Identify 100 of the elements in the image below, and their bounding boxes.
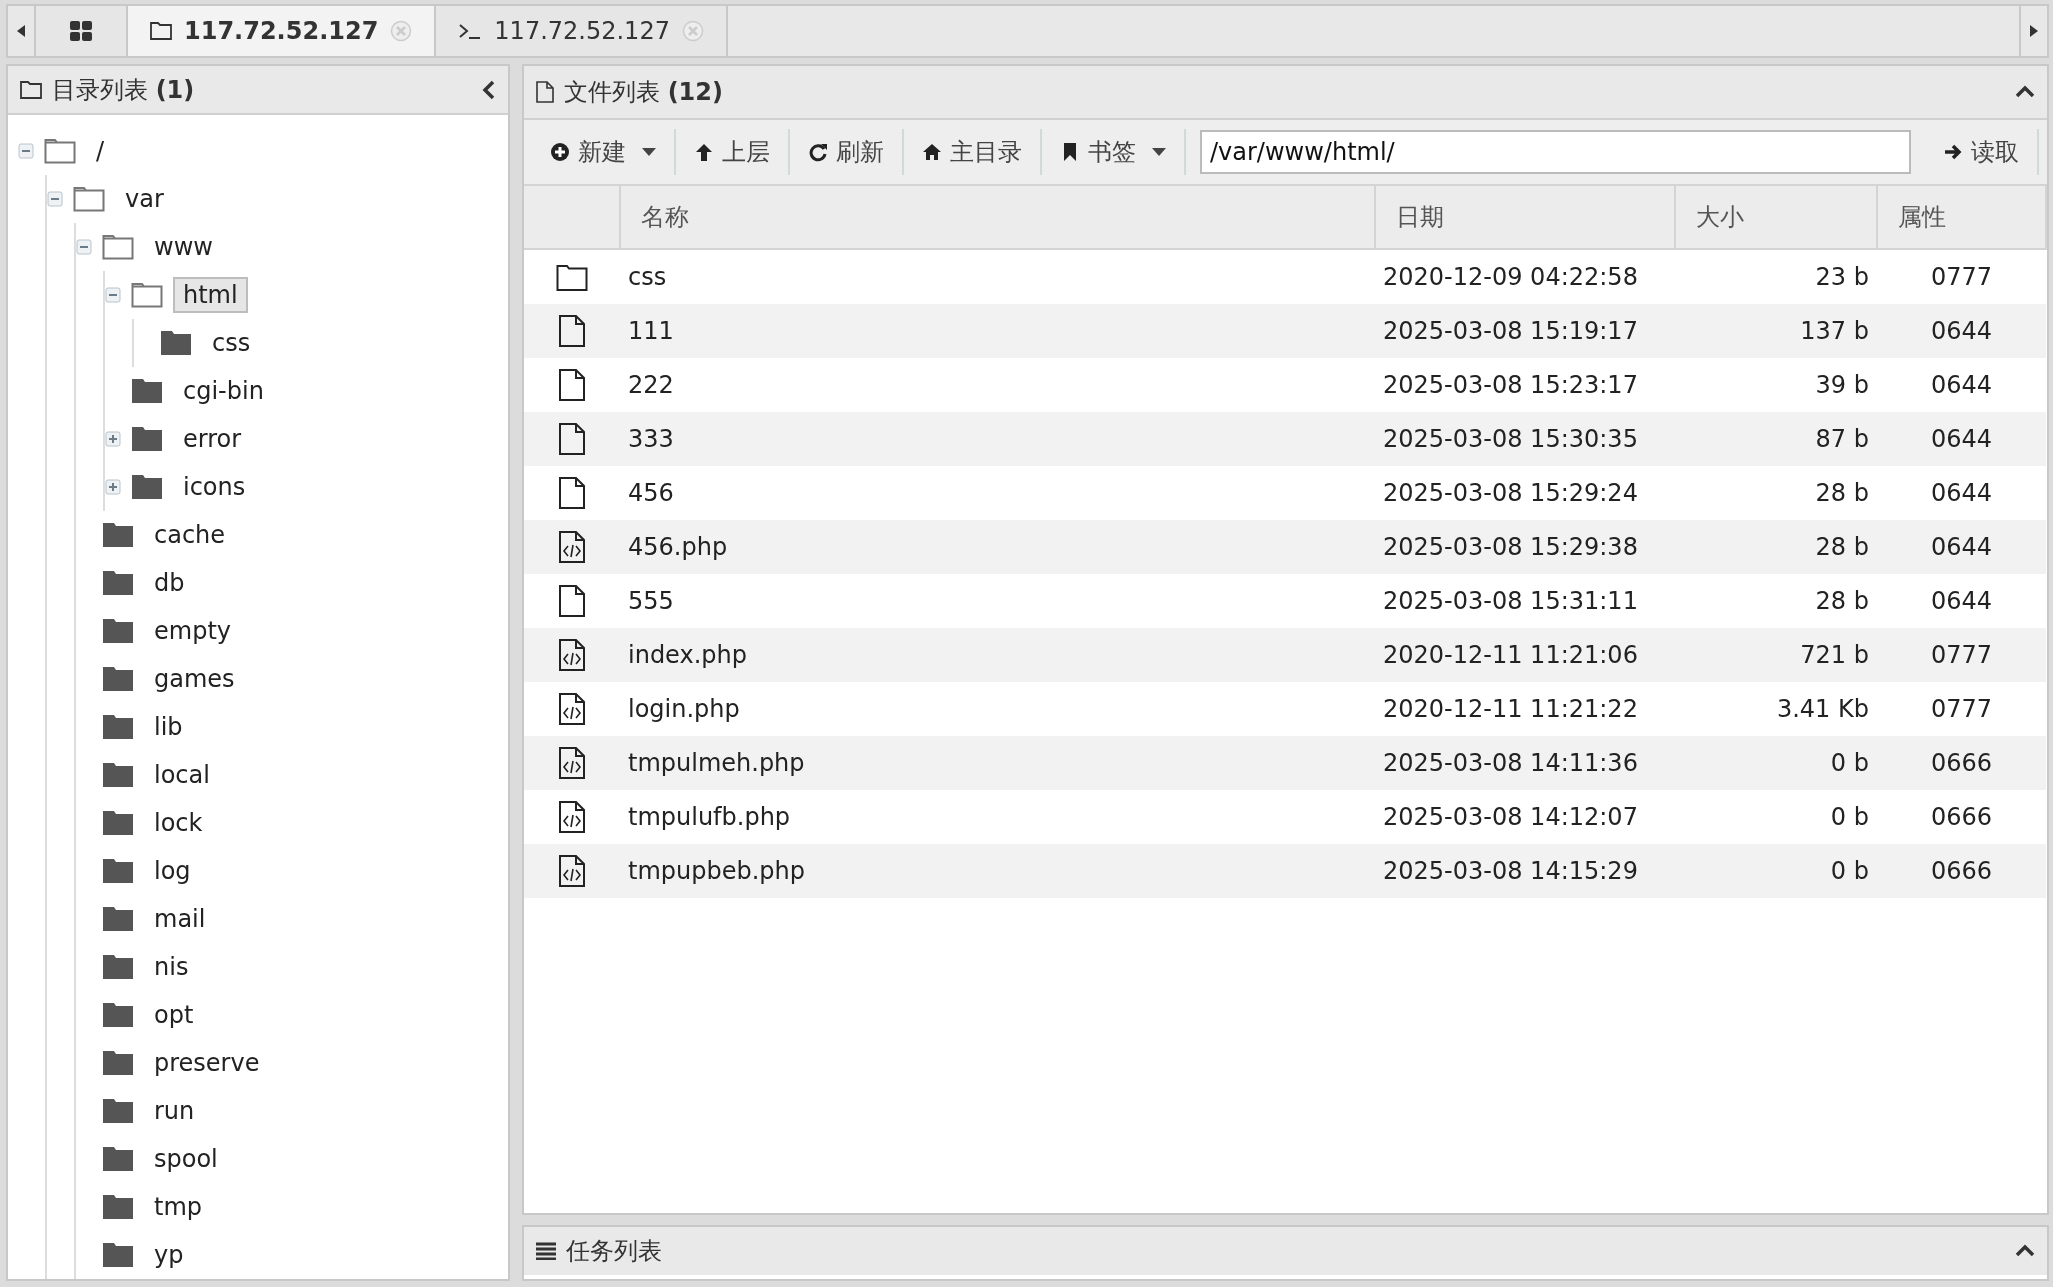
- read-button[interactable]: 读取: [1925, 129, 2039, 175]
- date-cell: 2025-03-08 15:31:11: [1383, 587, 1638, 615]
- panel-title: 文件列表 (12): [564, 77, 723, 108]
- folder-icon: [44, 138, 76, 164]
- file-icon: [558, 369, 586, 401]
- toolbar-button[interactable]: 书签: [1042, 129, 1186, 175]
- tree-item[interactable]: html: [173, 277, 248, 313]
- folder-icon: [102, 618, 134, 644]
- mode-cell: 0644: [1930, 317, 1993, 345]
- tree-item[interactable]: error: [173, 421, 252, 457]
- tree-item[interactable]: log: [144, 853, 201, 889]
- collapse-icon[interactable]: [105, 287, 121, 303]
- tab-label: 117.72.52.127: [494, 17, 670, 45]
- column-header[interactable]: 日期: [1375, 186, 1675, 249]
- file-name[interactable]: tmpupbeb.php: [628, 857, 805, 885]
- toolbar-button[interactable]: 上层: [676, 129, 790, 175]
- arrow-up-icon: [694, 142, 714, 162]
- collapse-icon[interactable]: [18, 143, 34, 159]
- mode-cell: 0777: [1930, 641, 1993, 669]
- mode-cell: 0644: [1930, 425, 1993, 453]
- tree-item[interactable]: db: [144, 565, 195, 601]
- file-name[interactable]: 456.php: [628, 533, 728, 561]
- date-cell: 2025-03-08 14:11:36: [1383, 749, 1638, 777]
- tree-item[interactable]: /: [86, 133, 115, 169]
- toolbar-button[interactable]: 刷新: [790, 129, 904, 175]
- date-cell: 2025-03-08 15:30:35: [1383, 425, 1638, 453]
- tree-item[interactable]: tmp: [144, 1189, 213, 1225]
- tree-item[interactable]: lib: [144, 709, 193, 745]
- folder-icon: [102, 1050, 134, 1076]
- tree-item[interactable]: preserve: [144, 1045, 270, 1081]
- tree-item[interactable]: cgi-bin: [173, 373, 274, 409]
- tree-item[interactable]: yp: [144, 1237, 194, 1273]
- toolbar-button[interactable]: 新建: [532, 129, 676, 175]
- tab-label: 117.72.52.127: [184, 17, 379, 45]
- tree-item[interactable]: opt: [144, 997, 204, 1033]
- tree-item[interactable]: games: [144, 661, 245, 697]
- folder-icon: [150, 22, 172, 40]
- mode-cell: 0777: [1930, 695, 1993, 723]
- date-cell: 2025-03-08 15:29:38: [1383, 533, 1638, 561]
- folder-icon: [102, 666, 134, 692]
- file-name[interactable]: tmpulmeh.php: [628, 749, 805, 777]
- chevron-up-icon[interactable]: [2015, 85, 2035, 99]
- file-name[interactable]: tmpulufb.php: [628, 803, 791, 831]
- tree-item[interactable]: local: [144, 757, 220, 793]
- date-cell: 2020-12-11 11:21:22: [1383, 695, 1638, 723]
- file-name[interactable]: css: [628, 263, 667, 291]
- file-icon: [558, 585, 586, 617]
- column-header[interactable]: 大小: [1675, 186, 1877, 249]
- size-cell: 0 b: [1830, 857, 1869, 885]
- file-icon: [558, 477, 586, 509]
- mode-cell: 0777: [1930, 263, 1993, 291]
- size-cell: 0 b: [1830, 749, 1869, 777]
- triangle-right-icon: [2030, 25, 2038, 37]
- size-cell: 3.41 Kb: [1776, 695, 1869, 723]
- column-header[interactable]: 属性: [1877, 186, 2046, 249]
- toolbar-button[interactable]: 主目录: [904, 129, 1042, 175]
- tree-item[interactable]: www: [144, 229, 223, 265]
- tree-item[interactable]: lock: [144, 805, 213, 841]
- tree-item[interactable]: var: [115, 181, 174, 217]
- panel-title: 任务列表: [566, 1236, 662, 1267]
- folder-icon: [102, 858, 134, 884]
- folder-icon: [102, 1098, 134, 1124]
- code-file-icon: [558, 855, 586, 887]
- folder-icon: [102, 1194, 134, 1220]
- tree-item[interactable]: empty: [144, 613, 241, 649]
- tree-item[interactable]: css: [202, 325, 261, 361]
- size-cell: 28 b: [1815, 587, 1869, 615]
- file-name[interactable]: 456: [628, 479, 674, 507]
- collapse-icon[interactable]: [47, 191, 63, 207]
- tree-item[interactable]: spool: [144, 1141, 228, 1177]
- refresh-icon: [808, 142, 828, 162]
- chevron-up-icon[interactable]: [2015, 1244, 2035, 1258]
- tree-item[interactable]: cache: [144, 517, 236, 553]
- panel-title: 目录列表 (1): [52, 74, 195, 106]
- folder-icon: [102, 906, 134, 932]
- chevron-left-icon[interactable]: [482, 79, 496, 100]
- tree-item[interactable]: run: [144, 1093, 205, 1129]
- file-name[interactable]: 333: [628, 425, 674, 453]
- tree-item[interactable]: mail: [144, 901, 216, 937]
- folder-icon: [102, 762, 134, 788]
- expand-icon[interactable]: [105, 479, 121, 495]
- collapse-icon[interactable]: [76, 239, 92, 255]
- tab[interactable]: 117.72.52.127: [128, 6, 437, 56]
- date-cell: 2020-12-09 04:22:58: [1383, 263, 1638, 291]
- tree-item[interactable]: icons: [173, 469, 256, 505]
- file-icon: [558, 315, 586, 347]
- expand-icon[interactable]: [105, 431, 121, 447]
- tree-item[interactable]: nis: [144, 949, 199, 985]
- file-name[interactable]: 222: [628, 371, 674, 399]
- folder-icon: [102, 570, 134, 596]
- folder-icon: [102, 234, 134, 260]
- column-header[interactable]: 名称: [620, 186, 1375, 249]
- folder-icon: [102, 1146, 134, 1172]
- file-name[interactable]: login.php: [628, 695, 740, 723]
- file-name[interactable]: index.php: [628, 641, 747, 669]
- file-name[interactable]: 111: [628, 317, 674, 345]
- file-icon: [536, 81, 554, 103]
- folder-icon: [160, 330, 192, 356]
- file-name[interactable]: 555: [628, 587, 674, 615]
- path-field[interactable]: /var/www/html/: [1200, 130, 1911, 174]
